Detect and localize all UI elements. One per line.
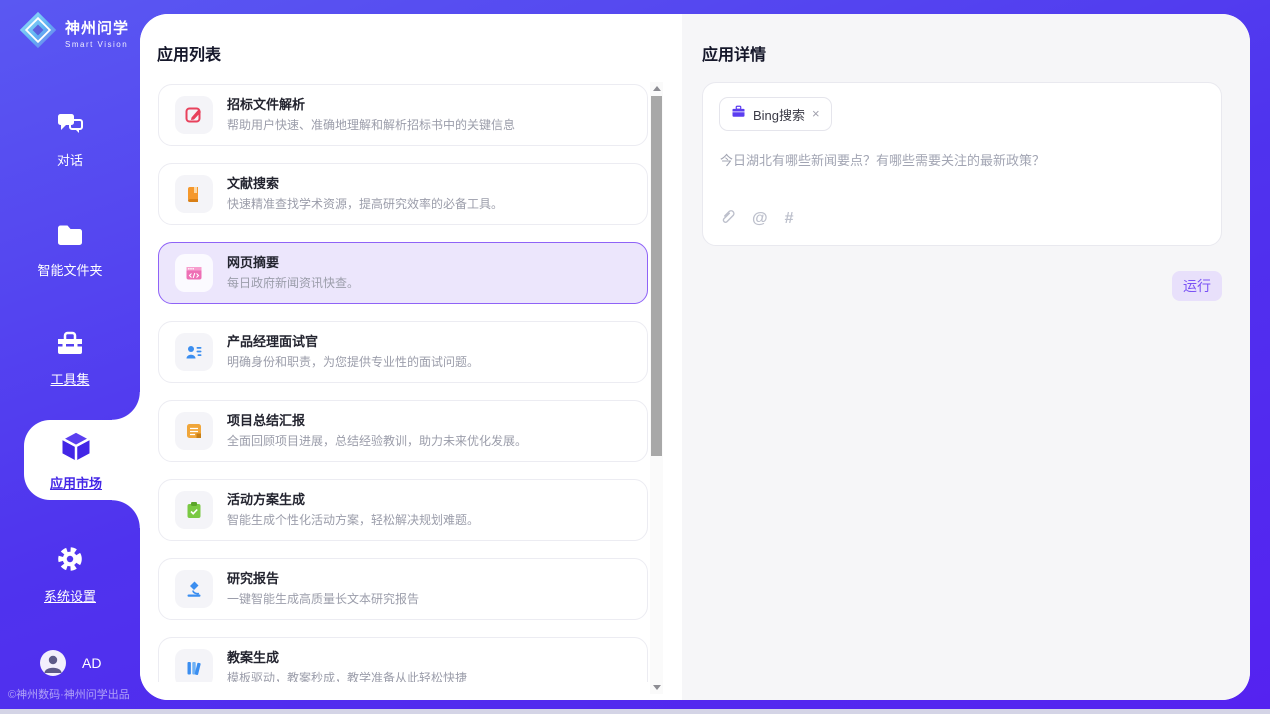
tool-tag-label: Bing搜索 [753,105,805,124]
books-icon [175,649,213,682]
main-content: 应用列表 招标文件解析 帮助用户快速、准确地理解和解析招标书中的关键信息 [140,14,1250,700]
app-card-lesson-plan[interactable]: 教案生成 模板驱动，教案秒成，教学准备从此轻松快捷 [158,637,648,682]
brand-name: 神州问学 [65,17,129,38]
app-desc: 快速精准查找学术资源，提高研究效率的必备工具。 [227,195,503,212]
sidebar-item-label: 工具集 [0,369,140,388]
pen-square-icon [175,96,213,134]
sidebar-item-chat[interactable]: 对话 [0,110,140,169]
clipboard-check-icon [175,491,213,529]
sidebar-item-label: 对话 [0,150,140,169]
paperclip-icon[interactable] [720,208,735,230]
toolbox-icon [55,344,85,361]
briefcase-icon [731,104,746,124]
app-card-web-summary-selected[interactable]: 网页摘要 每日政府新闻资讯快查。 [158,242,648,304]
interviewer-icon [175,333,213,371]
sidebar-item-label: 智能文件夹 [0,260,140,279]
person-icon [40,650,66,676]
sidebar-item-label: 应用市场 [24,473,128,492]
microscope-icon [175,570,213,608]
app-name: 项目总结汇报 [227,413,527,428]
app-name: 网页摘要 [227,255,359,270]
hash-icon[interactable]: # [785,210,794,228]
app-card-bid-analysis[interactable]: 招标文件解析 帮助用户快速、准确地理解和解析招标书中的关键信息 [158,84,648,146]
browser-code-icon [175,254,213,292]
sidebar-item-smart-folder[interactable]: 智能文件夹 [0,222,140,279]
app-desc: 一键智能生成高质量长文本研究报告 [227,590,419,607]
app-name: 产品经理面试官 [227,334,479,349]
app-desc: 智能生成个性化活动方案，轻松解决规划难题。 [227,511,479,528]
app-name: 活动方案生成 [227,492,479,507]
diamond-logo-icon [18,10,58,55]
app-desc: 每日政府新闻资讯快查。 [227,274,359,291]
copyright-text: ©神州数码·神州问学出品 [8,686,130,702]
run-button[interactable]: 运行 [1172,271,1222,301]
app-desc: 全面回顾项目进展，总结经验教训，助力未来优化发展。 [227,432,527,449]
scrollbar-down-arrow[interactable] [650,681,663,694]
prompt-input[interactable]: 今日湖北有哪些新闻要点？有哪些需要关注的最新政策？ [720,151,1201,170]
sidebar-item-settings[interactable]: 系统设置 [0,544,140,605]
app-card-pm-interviewer[interactable]: 产品经理面试官 明确身份和职责，为您提供专业性的面试问题。 [158,321,648,383]
app-name: 教案生成 [227,650,467,665]
tool-tag-bing-search[interactable]: Bing搜索 × [719,97,832,131]
book-icon [175,175,213,213]
at-icon[interactable]: @ [752,210,768,228]
app-card-event-plan[interactable]: 活动方案生成 智能生成个性化活动方案，轻松解决规划难题。 [158,479,648,541]
app-desc: 明确身份和职责，为您提供专业性的面试问题。 [227,353,479,370]
tool-tag-close-icon[interactable]: × [812,109,820,119]
chat-icon [55,125,85,142]
note-icon [175,412,213,450]
sidebar-item-app-market-active[interactable]: 应用市场 [24,420,140,500]
app-name: 招标文件解析 [227,97,515,112]
user-account[interactable]: AD [40,650,101,676]
cube-icon [58,451,94,468]
app-desc: 模板驱动，教案秒成，教学准备从此轻松快捷 [227,669,467,682]
app-name: 文献搜索 [227,176,503,191]
scrollbar-up-arrow[interactable] [650,82,663,95]
app-card-project-summary[interactable]: 项目总结汇报 全面回顾项目进展，总结经验教训，助力未来优化发展。 [158,400,648,462]
scrollbar-thumb[interactable] [651,96,662,456]
app-detail-panel: 应用详情 Bing搜索 × 今日湖北有哪些新闻要点？有哪些需要关注的最新政策？ [682,14,1250,700]
prompt-editor[interactable]: Bing搜索 × 今日湖北有哪些新闻要点？有哪些需要关注的最新政策？ @ # [702,82,1222,246]
brand-subtitle: Smart Vision [65,40,129,49]
avatar [40,650,66,676]
user-initials: AD [82,655,101,671]
sidebar: 神州问学 Smart Vision 对话 智能文件夹 [0,0,140,714]
app-name: 研究报告 [227,571,419,586]
app-list-scroll-area: 招标文件解析 帮助用户快速、准确地理解和解析招标书中的关键信息 文献搜索 快速精… [158,84,648,682]
bottom-edge-strip [0,709,1270,714]
gear-icon [55,561,85,578]
app-list-panel: 应用列表 招标文件解析 帮助用户快速、准确地理解和解析招标书中的关键信息 [140,14,682,700]
app-detail-title: 应用详情 [702,41,766,65]
folder-icon [55,235,85,252]
app-card-research-report[interactable]: 研究报告 一键智能生成高质量长文本研究报告 [158,558,648,620]
sidebar-item-label: 系统设置 [0,586,140,605]
app-list-scrollbar[interactable] [650,82,663,694]
app-list-title: 应用列表 [157,41,221,65]
sidebar-item-toolset[interactable]: 工具集 [0,330,140,388]
brand-logo: 神州问学 Smart Vision [18,10,129,55]
app-desc: 帮助用户快速、准确地理解和解析招标书中的关键信息 [227,116,515,133]
app-card-literature-search[interactable]: 文献搜索 快速精准查找学术资源，提高研究效率的必备工具。 [158,163,648,225]
